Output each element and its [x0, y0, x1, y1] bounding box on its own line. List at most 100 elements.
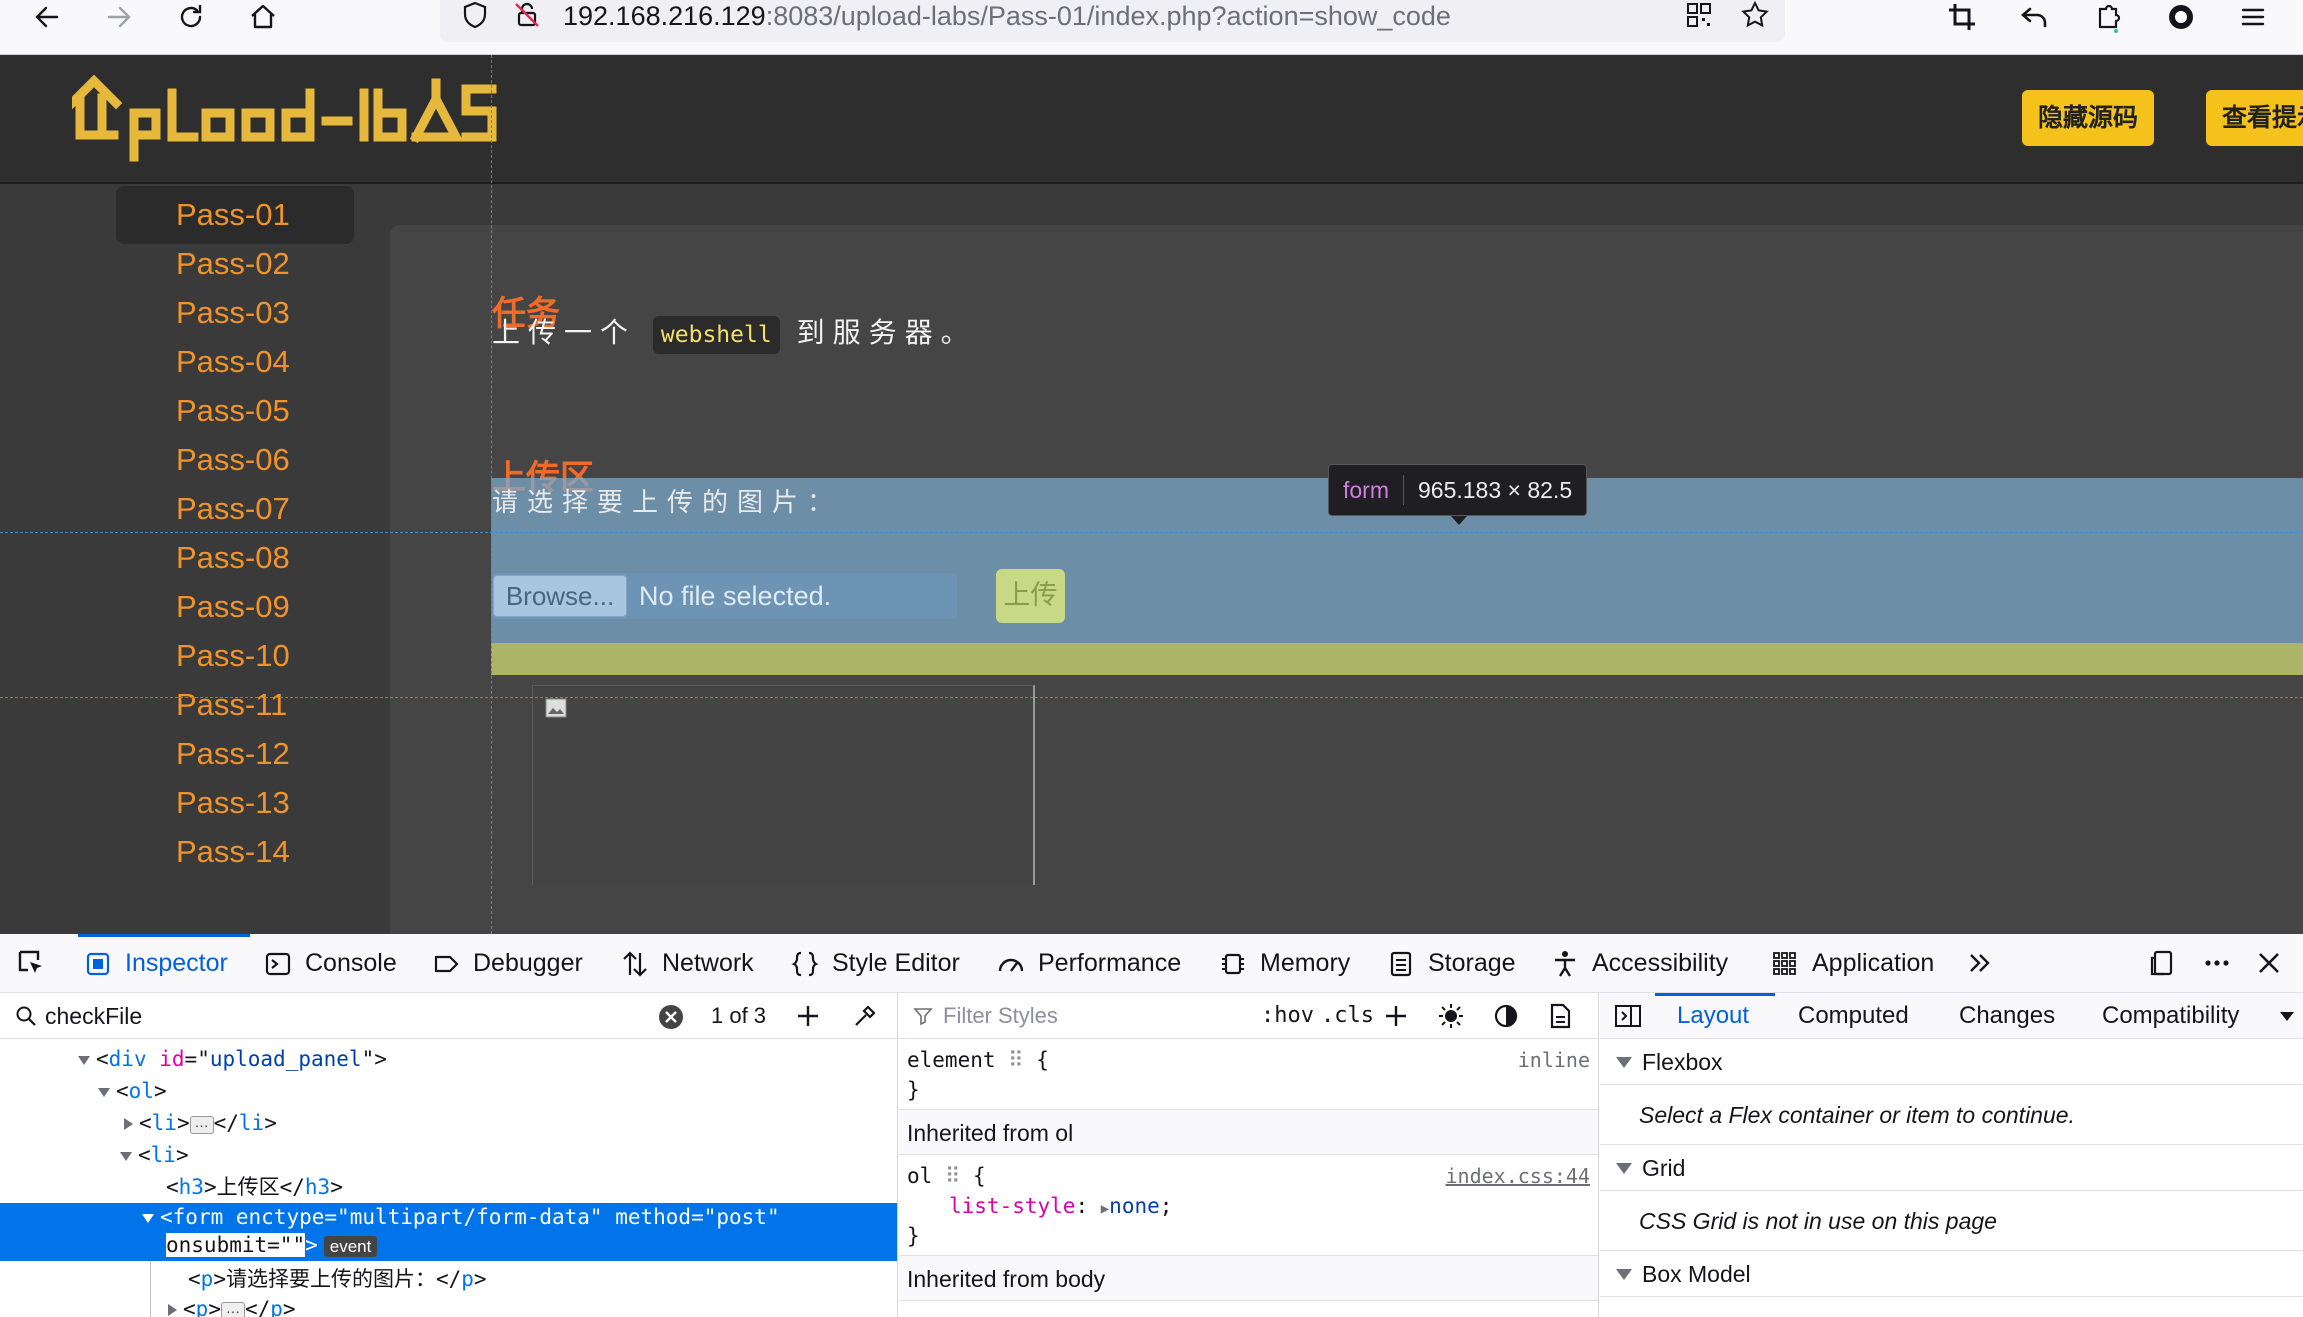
- application-icon: [1773, 951, 1796, 975]
- tab-label: Performance: [1038, 949, 1182, 977]
- print-media-icon[interactable]: [1547, 1002, 1573, 1030]
- collapsed-ellipsis[interactable]: ···: [220, 1302, 245, 1317]
- infobar-tag: form: [1329, 475, 1404, 505]
- flexbox-section-header[interactable]: Flexbox: [1600, 1039, 2303, 1085]
- task-description: 上传一个 webshell 到服务器。: [492, 311, 977, 354]
- insecure-lock-icon[interactable]: [504, 0, 550, 32]
- tab-console[interactable]: Console: [263, 934, 397, 993]
- devtools-tab-bar: Inspector Console Debugger Network Style Edi…: [0, 934, 2303, 993]
- computed-tab[interactable]: Computed: [1798, 993, 1909, 1039]
- expand-twisty-icon[interactable]: [120, 1151, 132, 1161]
- forward-icon[interactable]: [96, 0, 142, 34]
- toggle-sidebar-icon[interactable]: [1614, 1003, 1642, 1029]
- reload-icon[interactable]: [168, 0, 214, 34]
- tab-label: Storage: [1428, 949, 1516, 977]
- home-icon[interactable]: [240, 0, 286, 34]
- expand-twisty-icon[interactable]: [142, 1213, 154, 1223]
- dock-toggle-icon[interactable]: [2148, 948, 2178, 978]
- tab-debugger[interactable]: Debugger: [431, 934, 583, 993]
- markup-search-input[interactable]: checkFile: [45, 993, 142, 1039]
- markup-node-h3[interactable]: <h3>上传区</h3>: [0, 1171, 897, 1203]
- add-rule-icon[interactable]: [1383, 1003, 1409, 1029]
- undo-icon[interactable]: [2012, 0, 2058, 34]
- expand-twisty-icon: [1616, 1163, 1632, 1174]
- debugger-icon: [434, 955, 459, 972]
- markup-node-li-collapsed[interactable]: <li> ··· </li>: [0, 1107, 897, 1139]
- classes-toggle[interactable]: .cls: [1321, 993, 1374, 1039]
- tab-storage[interactable]: Storage: [1386, 934, 1516, 993]
- menu-icon[interactable]: [2230, 0, 2276, 34]
- tab-label: Memory: [1260, 949, 1351, 977]
- file-input[interactable]: Browse... No file selected.: [491, 573, 957, 619]
- view-hint-button[interactable]: 查看提示: [2206, 90, 2303, 146]
- markup-node-ol[interactable]: <ol>: [0, 1075, 897, 1107]
- expand-twisty-icon[interactable]: [78, 1055, 90, 1065]
- add-node-icon[interactable]: [795, 1003, 821, 1029]
- tab-label: Accessibility: [1592, 949, 1729, 977]
- back-icon[interactable]: [24, 0, 70, 34]
- element-picker-icon[interactable]: [8, 946, 54, 980]
- browse-button[interactable]: Browse...: [493, 575, 627, 617]
- tab-application[interactable]: Application: [1770, 934, 1934, 993]
- markup-node-form-selected[interactable]: <form enctype="multipart/form-data" meth…: [0, 1203, 897, 1261]
- light-theme-icon[interactable]: [1437, 1002, 1465, 1030]
- eyedropper-icon[interactable]: [852, 1003, 878, 1029]
- sidebar-item-pass-14[interactable]: Pass-14: [116, 823, 354, 881]
- screenshot-crop-icon[interactable]: [1939, 0, 1985, 34]
- markup-node-div[interactable]: <div id="upload_panel">: [0, 1043, 897, 1075]
- collapsed-ellipsis[interactable]: ···: [189, 1116, 214, 1134]
- compatibility-tab[interactable]: Compatibility: [2102, 993, 2239, 1039]
- bookmark-star-icon[interactable]: [1732, 0, 1778, 32]
- grid-section-header[interactable]: Grid: [1600, 1145, 2303, 1191]
- shield-icon[interactable]: [452, 0, 498, 32]
- filter-styles-input[interactable]: Filter Styles: [943, 993, 1058, 1039]
- dark-theme-icon[interactable]: [1493, 1003, 1519, 1029]
- box-model-section-header[interactable]: Box Model: [1600, 1251, 2303, 1297]
- devtools-panel: Inspector Console Debugger Network Style Edi…: [0, 934, 2303, 1317]
- ol-rule-selector[interactable]: ol ⠿ {: [907, 1161, 986, 1191]
- layout-tab[interactable]: Layout: [1677, 993, 1749, 1039]
- url-text[interactable]: 192.168.216.129:8083/upload-labs/Pass-01…: [563, 0, 1451, 32]
- tab-label: Application: [1812, 949, 1935, 977]
- more-options-icon[interactable]: [2202, 948, 2232, 978]
- expand-twisty-icon[interactable]: [98, 1087, 110, 1097]
- overflow-chevron-icon[interactable]: [1965, 948, 1995, 978]
- devtools-body: checkFile 1 of 3 <div id="upload_panel">…: [0, 993, 2303, 1317]
- infobar-dimensions: 965.183 × 82.5: [1418, 476, 1573, 503]
- tab-style-editor[interactable]: Style Editor: [790, 934, 960, 993]
- url-bar[interactable]: 192.168.216.129:8083/upload-labs/Pass-01…: [440, 0, 1785, 42]
- tab-memory[interactable]: Memory: [1218, 934, 1350, 993]
- tab-label: Inspector: [125, 949, 228, 977]
- qr-code-icon[interactable]: [1676, 0, 1722, 32]
- collapse-twisty-icon[interactable]: [124, 1118, 133, 1130]
- clear-search-icon[interactable]: [657, 1003, 685, 1031]
- extensions-icon[interactable]: [2085, 0, 2131, 34]
- close-devtools-icon[interactable]: [2254, 948, 2284, 978]
- inherited-from-body-header: Inherited from body: [899, 1255, 1598, 1301]
- memory-icon: [1222, 953, 1244, 974]
- collapse-twisty-icon[interactable]: [168, 1304, 177, 1316]
- more-tabs-dropdown-icon[interactable]: [2278, 1009, 2296, 1023]
- ol-rule-source-link[interactable]: index.css:44: [1446, 1161, 1591, 1191]
- markup-node-p-collapsed[interactable]: <p> ··· </p>: [0, 1293, 897, 1317]
- webshell-code: webshell: [652, 316, 780, 354]
- hover-states-toggle[interactable]: :hov: [1261, 993, 1314, 1039]
- changes-tab[interactable]: Changes: [1959, 993, 2055, 1039]
- event-badge[interactable]: event: [323, 1236, 378, 1257]
- hide-source-button[interactable]: 隐藏源码: [2022, 90, 2155, 146]
- tab-network[interactable]: Network: [620, 934, 754, 993]
- inline-label: inline: [1517, 1048, 1590, 1072]
- tab-accessibility[interactable]: Accessibility: [1550, 934, 1728, 993]
- upload-result-box: [532, 685, 1035, 885]
- account-icon[interactable]: [2158, 0, 2204, 34]
- browser-toolbar: 192.168.216.129:8083/upload-labs/Pass-01…: [0, 0, 2303, 55]
- markup-search-bar[interactable]: checkFile 1 of 3: [0, 993, 897, 1039]
- tab-inspector[interactable]: Inspector: [83, 934, 228, 993]
- element-rule-selector[interactable]: element ⠿ {: [907, 1045, 1049, 1075]
- list-style-declaration[interactable]: list-style: ▶none;: [949, 1191, 1172, 1221]
- pass-sidebar: Pass-01 Pass-02 Pass-03 Pass-04 Pass-05 Pass-…: [0, 186, 390, 934]
- tab-performance[interactable]: Performance: [996, 934, 1181, 993]
- upload-button[interactable]: 上传: [996, 569, 1065, 623]
- markup-node-li[interactable]: <li>: [0, 1139, 897, 1171]
- markup-node-p[interactable]: <p>请选择要上传的图片：</p>: [0, 1263, 897, 1295]
